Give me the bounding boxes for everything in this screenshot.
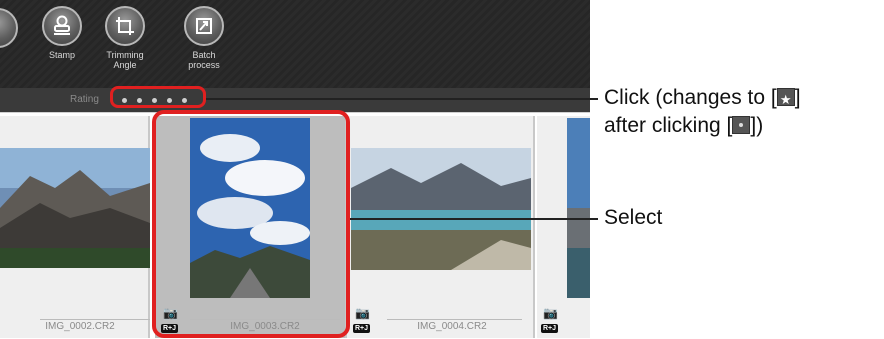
filename-line [387,319,522,320]
filename: IMG_0002.CR2 [45,321,115,332]
rating-label: Rating [70,94,99,105]
trimming-icon [105,6,145,46]
raw-jpeg-badge: R+J [353,324,371,333]
filename-line [40,319,150,320]
rating-callout-line1: Click (changes to [ [604,86,777,109]
toolbar: Stamp Trimming Angle Batch process [0,0,590,88]
rating-callout: Click (changes to [★] after clicking []) [604,84,801,140]
dot-icon [732,116,751,134]
trimming-angle-label: Trimming Angle [106,50,144,70]
thumbnail-image [0,148,150,268]
screenshot-panel: Stamp Trimming Angle Batch process Ratin… [0,0,590,339]
camera-icon: 📷 [355,306,370,320]
raw-jpeg-badge: R+J [541,324,559,333]
rating-callout-line2: after clicking [ [604,114,733,137]
stamp-button[interactable]: Stamp [32,6,92,60]
trimming-angle-button[interactable]: Trimming Angle [95,6,155,70]
star-icon: ★ [776,88,795,107]
stamp-icon [42,6,82,46]
select-callout: Select [604,206,663,229]
batch-process-label: Batch process [188,50,220,70]
batch-process-button[interactable]: Batch process [174,6,234,70]
rating-highlight [110,86,206,108]
rating-bar: Rating [0,88,590,112]
camera-icon: 📷 [543,306,558,320]
thumbnail-image [567,118,590,298]
thumbnail-tile[interactable]: 📷 R+J IMG_0004.CR2 [347,116,535,338]
thumbnail-tile[interactable]: 📷 R+J [537,116,590,338]
batch-process-icon [184,6,224,46]
toolbar-button-partial[interactable] [0,8,18,48]
select-callout-line [350,218,598,220]
thumbnail-image [351,148,531,270]
rating-callout-line1-end: ] [794,86,801,109]
thumbnail-tile[interactable]: IMG_0002.CR2 [0,116,150,338]
selection-highlight [152,110,350,338]
rating-callout-line [206,98,598,100]
rating-callout-line2-end: ]) [750,114,764,137]
stamp-label: Stamp [48,50,75,60]
filename: IMG_0004.CR2 [417,321,487,332]
